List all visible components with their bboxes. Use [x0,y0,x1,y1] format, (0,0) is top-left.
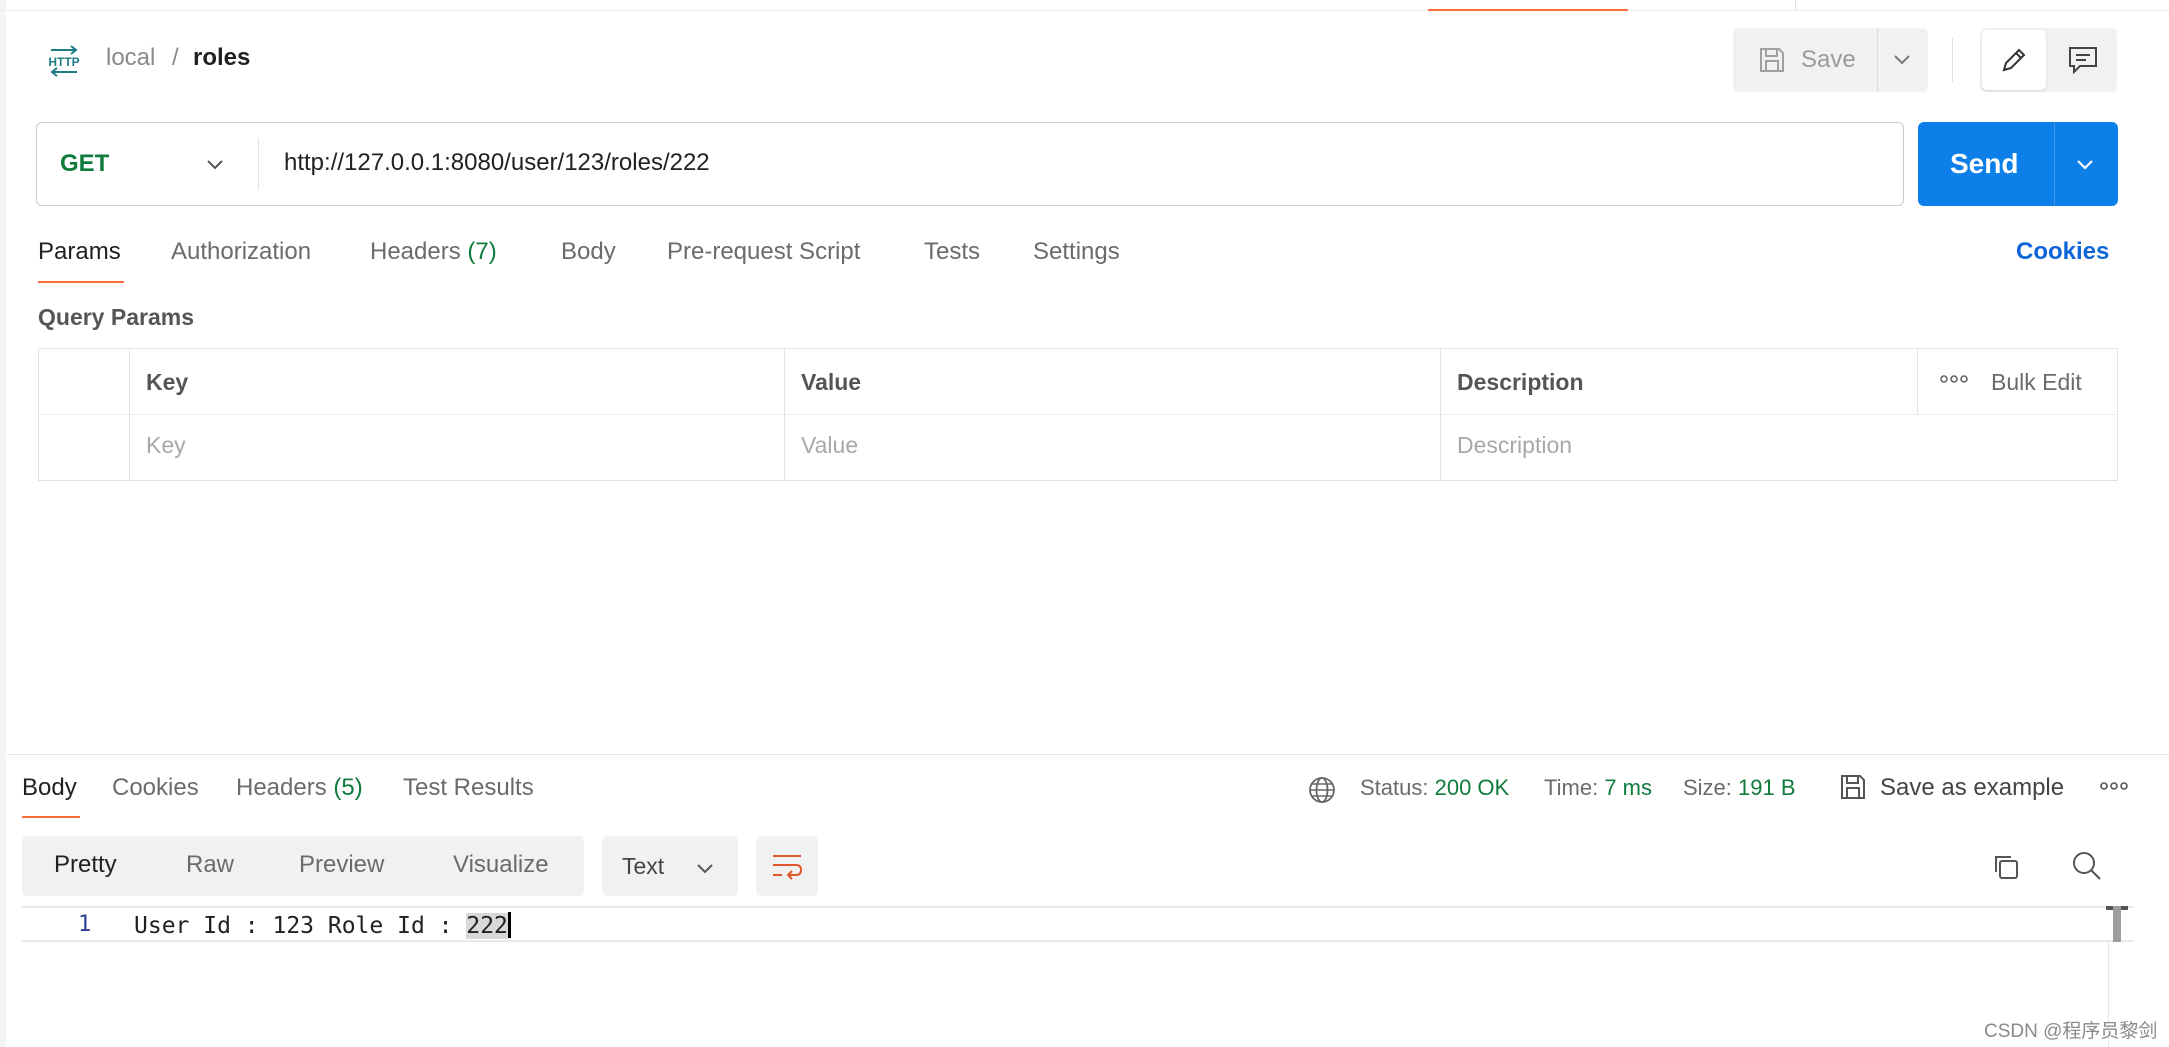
breadcrumb-separator: / [172,44,179,71]
response-tab-cookies[interactable]: Cookies [112,774,199,802]
description-input[interactable]: Description [1457,432,1572,459]
column-header-value: Value [801,369,862,395]
column-divider [784,348,785,481]
status-value: 200 OK [1434,775,1510,800]
tab-params-underline [38,281,124,283]
tab-tests[interactable]: Tests [924,238,980,266]
status-label: Status: [1360,775,1429,800]
response-tab-body[interactable]: Body [22,774,77,802]
search-icon[interactable] [2070,849,2104,883]
watermark: CSDN @程序员黎剑 [1984,1021,2158,1042]
selected-text: 222 [466,913,508,939]
response-size[interactable]: Size: 191 B [1683,775,1796,801]
edit-button[interactable] [1982,30,2046,90]
save-as-example-button[interactable]: Save as example [1880,774,2064,802]
breadcrumb-request-name[interactable]: roles [193,44,250,72]
column-header-key: Key [146,369,189,395]
save-label: Save [1801,46,1856,73]
line-number: 1 [78,912,92,937]
left-edge [0,0,6,1047]
response-body-line[interactable]: User Id : 123 Role Id : 222 [134,912,511,939]
value-input[interactable]: Value [801,432,858,459]
tab-headers-label: Headers [370,238,461,265]
top-separator [1795,0,1796,11]
time-label: Time: [1544,775,1599,800]
time-value: 7 ms [1604,775,1652,800]
url-divider [258,138,259,190]
response-tab-underline [22,816,80,818]
save-divider [1877,28,1878,92]
chevron-down-icon[interactable] [2074,155,2096,175]
format-pretty[interactable]: Pretty [54,851,117,879]
format-preview[interactable]: Preview [299,851,384,879]
response-headers-count: (5) [333,774,363,801]
chevron-down-icon[interactable] [694,859,716,879]
save-button[interactable]: Save [1733,28,1928,92]
column-header-description: Description [1457,369,1584,395]
tab-headers[interactable]: Headers (7) [370,238,497,266]
scrollbar-thumb[interactable] [2113,906,2121,942]
copy-icon[interactable] [1991,852,2021,882]
more-options-icon[interactable] [2100,779,2128,793]
response-divider [6,754,2169,755]
wrap-icon [770,851,804,881]
cookies-link[interactable]: Cookies [2016,238,2109,266]
query-params-title: Query Params [38,304,194,330]
table-header-divider [38,414,2118,415]
tab-pre-request-script[interactable]: Pre-request Script [667,238,860,266]
response-status[interactable]: Status: 200 OK [1360,775,1509,801]
top-divider [0,10,2169,11]
send-divider [2054,122,2055,206]
bulk-edit-button[interactable]: Bulk Edit [1991,369,2082,396]
tab-settings[interactable]: Settings [1033,238,1120,266]
globe-icon[interactable] [1306,774,1338,806]
url-input[interactable]: http://127.0.0.1:8080/user/123/roles/222 [284,149,710,177]
format-visualize[interactable]: Visualize [453,851,549,879]
column-divider [129,348,130,481]
tab-authorization[interactable]: Authorization [171,238,311,266]
text-cursor [507,912,511,938]
response-headers-label: Headers [236,774,327,801]
response-tab-test-results[interactable]: Test Results [403,774,534,802]
more-options-icon[interactable] [1940,372,1968,386]
headers-count: (7) [467,238,497,265]
chevron-down-icon[interactable] [1891,50,1913,70]
key-input[interactable]: Key [146,432,186,459]
send-label[interactable]: Send [1950,148,2018,180]
response-tab-headers[interactable]: Headers (5) [236,774,363,802]
format-raw[interactable]: Raw [186,851,234,879]
response-body-text: User Id : 123 Role Id : [134,913,467,939]
breadcrumb-collection[interactable]: local [106,44,155,72]
chevron-down-icon[interactable] [204,155,226,175]
language-label[interactable]: Text [622,853,664,880]
pencil-icon [1998,44,2030,76]
http-badge-text: HTTP [48,55,79,69]
column-divider [1917,348,1918,414]
save-icon [1757,45,1787,75]
save-icon [1838,772,1868,802]
response-time[interactable]: Time: 7 ms [1544,775,1652,801]
size-value: 191 B [1738,775,1796,800]
tab-params[interactable]: Params [38,238,121,266]
comments-button[interactable] [2052,30,2116,90]
comment-icon [2066,44,2100,76]
size-label: Size: [1683,775,1732,800]
header-divider [1952,38,1953,82]
active-request-tab-indicator [1428,0,1628,11]
column-divider [1440,348,1441,481]
method-selector[interactable]: GET [60,150,109,178]
http-icon: HTTP [45,44,83,78]
wrap-lines-button[interactable] [756,836,818,896]
tab-body[interactable]: Body [561,238,616,266]
